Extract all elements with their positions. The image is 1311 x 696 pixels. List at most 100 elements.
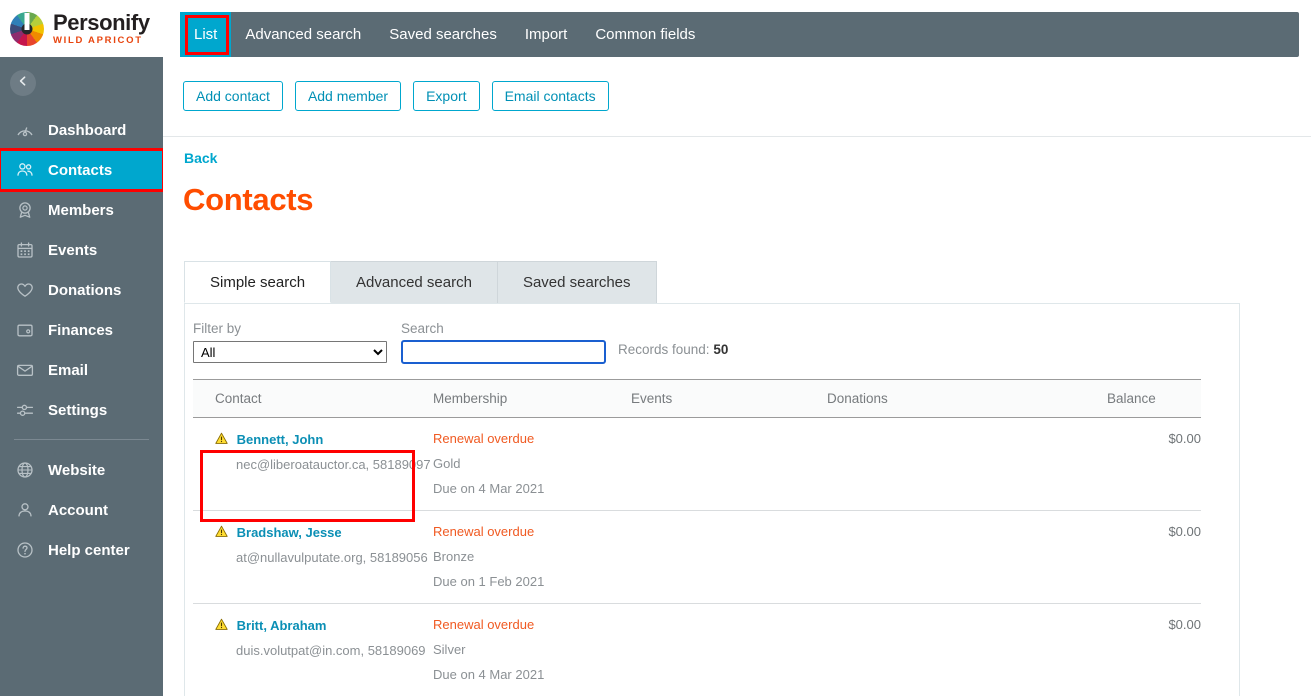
top-nav-bar: List Advanced search Saved searches Impo…: [180, 12, 1299, 57]
column-header-events[interactable]: Events: [631, 379, 827, 418]
sidebar-item-label: Website: [48, 461, 106, 479]
cell-contact: Britt, Abraham duis.volutpat@in.com, 581…: [193, 603, 433, 696]
sidebar-collapse-button[interactable]: [10, 70, 36, 96]
balance-value: $0.00: [1168, 524, 1201, 539]
cell-contact: Bradshaw, Jesse at@nullavulputate.org, 5…: [193, 510, 433, 604]
column-header-donations[interactable]: Donations: [827, 379, 1107, 418]
cell-membership: Renewal overdue Gold Due on 4 Mar 2021: [433, 417, 631, 511]
search-label: Search: [401, 321, 444, 336]
column-header-contact[interactable]: Contact: [193, 379, 433, 418]
cell-balance: $0.00: [1107, 417, 1201, 511]
badge-icon: [14, 199, 36, 221]
tab-panel-advanced-search[interactable]: Advanced search: [330, 261, 498, 303]
balance-value: $0.00: [1168, 617, 1201, 632]
top-nav-tabs: List Advanced search Saved searches Impo…: [180, 12, 1299, 57]
sidebar-item-label: Finances: [48, 321, 114, 339]
filter-by-select[interactable]: All: [193, 341, 387, 363]
table-row[interactable]: Bennett, John nec@liberoatauctor.ca, 581…: [193, 417, 1201, 511]
sidebar-item-contacts[interactable]: Contacts: [0, 148, 165, 192]
column-header-balance[interactable]: Balance: [1107, 379, 1201, 418]
wallet-icon: [14, 319, 36, 341]
cell-membership: Renewal overdue Silver Due on 4 Mar 2021: [433, 603, 631, 696]
contacts-table: Contact Membership Events Donations Bala…: [193, 379, 1201, 696]
gauge-icon: [14, 119, 36, 141]
contacts-table-body: Bennett, John nec@liberoatauctor.ca, 581…: [193, 417, 1201, 696]
tab-simple-search[interactable]: Simple search: [184, 261, 332, 303]
tab-common-fields[interactable]: Common fields: [581, 12, 709, 57]
contact-details: duis.volutpat@in.com, 58189069: [236, 642, 426, 658]
globe-icon: [14, 459, 36, 481]
contact-name-link[interactable]: Bennett, John: [237, 432, 324, 447]
sidebar-divider: [14, 439, 149, 440]
calendar-icon: [14, 239, 36, 261]
sidebar: Personify WILD APRICOT Dashboard Contact…: [0, 0, 165, 696]
main-content: Back Contacts Simple search Advanced sea…: [163, 137, 1311, 696]
action-button-bar: Add contact Add member Export Email cont…: [183, 81, 609, 111]
sidebar-item-label: Members: [48, 201, 114, 219]
sidebar-item-settings[interactable]: Settings: [0, 390, 163, 430]
membership-level: Bronze: [433, 549, 475, 564]
person-icon: [14, 499, 36, 521]
search-input[interactable]: [401, 340, 606, 364]
sidebar-item-members[interactable]: Members: [0, 190, 163, 230]
cell-events: [631, 603, 827, 696]
sidebar-item-help-center[interactable]: Help center: [0, 530, 163, 570]
email-contacts-button[interactable]: Email contacts: [491, 81, 609, 111]
sidebar-item-dashboard[interactable]: Dashboard: [0, 110, 163, 150]
export-button[interactable]: Export: [413, 81, 480, 111]
contact-name-link[interactable]: Britt, Abraham: [237, 618, 327, 633]
sidebar-item-label: Dashboard: [48, 121, 127, 139]
membership-status: Renewal overdue: [433, 617, 535, 632]
chevron-left-icon: [17, 74, 29, 92]
membership-level: Silver: [433, 642, 466, 657]
contact-details: nec@liberoatauctor.ca, 58189097: [236, 456, 431, 472]
brand-tagline: WILD APRICOT: [53, 34, 143, 46]
cell-donations: [827, 603, 1107, 696]
sidebar-item-label: Help center: [48, 541, 130, 559]
balance-value: $0.00: [1168, 431, 1201, 446]
heart-icon: [14, 279, 36, 301]
records-found-text: Records found: 50: [618, 342, 728, 357]
sidebar-item-email[interactable]: Email: [0, 350, 163, 390]
membership-due: Due on 4 Mar 2021: [433, 667, 545, 682]
add-member-button[interactable]: Add member: [294, 81, 402, 111]
contact-name-link[interactable]: Bradshaw, Jesse: [237, 525, 342, 540]
sidebar-item-events[interactable]: Events: [0, 230, 163, 270]
cell-donations: [827, 417, 1107, 511]
tab-saved-searches[interactable]: Saved searches: [375, 12, 511, 57]
back-link[interactable]: Back: [184, 150, 217, 166]
search-results-panel: Filter by All Search Records found: 50 C…: [184, 303, 1240, 696]
sidebar-item-website[interactable]: Website: [0, 450, 163, 490]
records-found-value: 50: [713, 342, 729, 357]
contacts-table-head: Contact Membership Events Donations Bala…: [193, 379, 1201, 418]
brand-logo[interactable]: Personify WILD APRICOT: [0, 0, 163, 57]
sidebar-item-label: Donations: [48, 281, 122, 299]
people-icon: [14, 159, 36, 181]
contact-details: at@nullavulputate.org, 58189056: [236, 549, 428, 565]
tab-list[interactable]: List: [180, 12, 232, 57]
table-header-row: Contact Membership Events Donations Bala…: [193, 379, 1201, 418]
cell-contact: Bennett, John nec@liberoatauctor.ca, 581…: [193, 417, 433, 511]
page-title: Contacts: [183, 182, 314, 217]
membership-status: Renewal overdue: [433, 524, 535, 539]
cell-balance: $0.00: [1107, 603, 1201, 696]
table-row[interactable]: Bradshaw, Jesse at@nullavulputate.org, 5…: [193, 510, 1201, 604]
add-contact-button[interactable]: Add contact: [183, 81, 283, 111]
pinwheel-logo-icon: [10, 11, 44, 46]
cell-events: [631, 417, 827, 511]
warning-triangle-icon: [215, 432, 228, 448]
sidebar-item-account[interactable]: Account: [0, 490, 163, 530]
column-header-membership[interactable]: Membership: [433, 379, 631, 418]
membership-status: Renewal overdue: [433, 431, 535, 446]
sidebar-item-label: Events: [48, 241, 98, 259]
tab-panel-saved-searches[interactable]: Saved searches: [496, 261, 657, 303]
sliders-icon: [14, 399, 36, 421]
sidebar-item-finances[interactable]: Finances: [0, 310, 163, 350]
cell-membership: Renewal overdue Bronze Due on 1 Feb 2021: [433, 510, 631, 604]
filter-by-label: Filter by: [193, 321, 242, 336]
tab-import[interactable]: Import: [511, 12, 582, 57]
sidebar-item-donations[interactable]: Donations: [0, 270, 163, 310]
tab-advanced-search[interactable]: Advanced search: [231, 12, 375, 57]
sidebar-item-label: Settings: [48, 401, 108, 419]
table-row[interactable]: Britt, Abraham duis.volutpat@in.com, 581…: [193, 603, 1201, 696]
